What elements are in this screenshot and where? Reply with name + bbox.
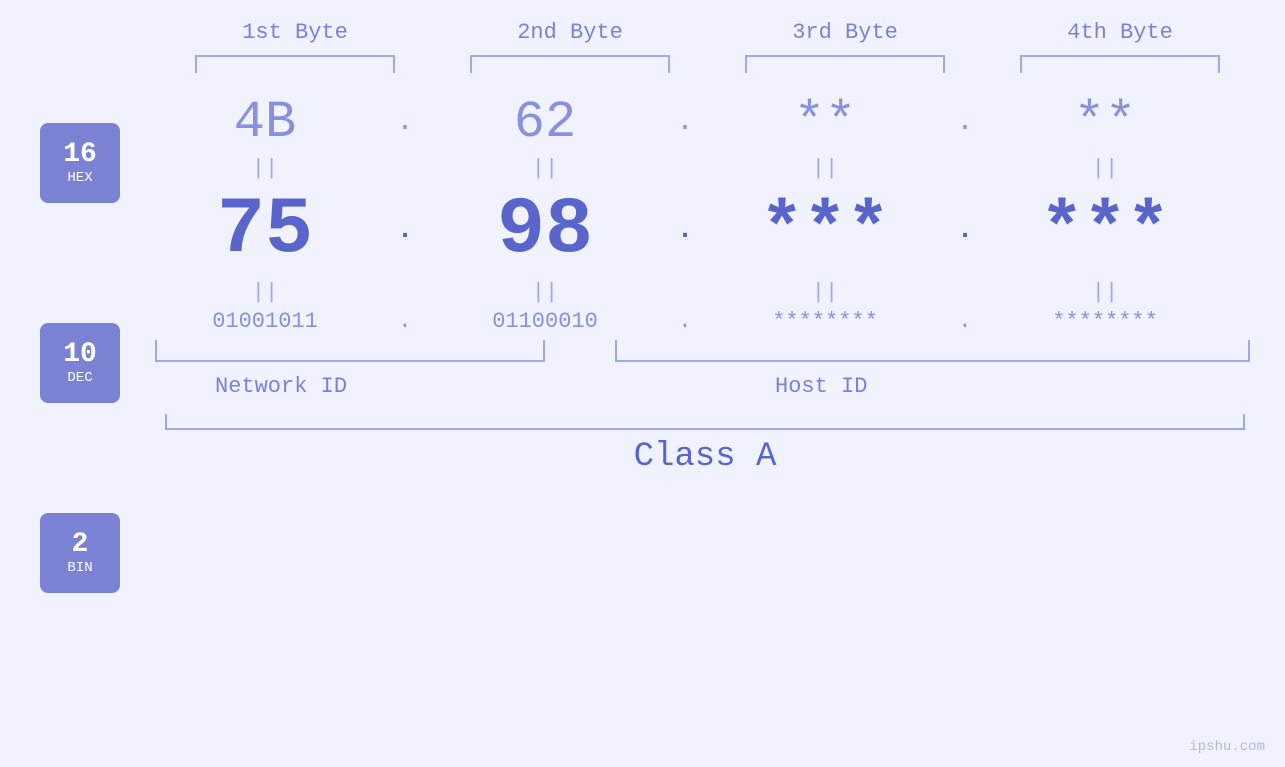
dec-dot-1: . — [375, 215, 435, 246]
class-label: Class A — [634, 438, 777, 476]
bracket-byte4 — [1020, 55, 1220, 73]
hex-dot-2: . — [655, 107, 715, 138]
eq2-1: || — [155, 280, 375, 305]
network-id-label: Network ID — [215, 374, 347, 399]
bracket-byte2 — [470, 55, 670, 73]
dec-val-4: *** — [995, 190, 1215, 272]
attribution: ipshu.com — [1189, 739, 1265, 755]
outer-bracket-row — [155, 414, 1255, 430]
bracket-byte1 — [195, 55, 395, 73]
bin-val-4: ******** — [995, 309, 1215, 334]
hex-badge: 16 HEX — [40, 123, 120, 203]
hex-val-2: 62 — [435, 93, 655, 152]
bin-badge-base: BIN — [67, 560, 92, 576]
eq1-2: || — [435, 156, 655, 181]
outer-bracket — [165, 414, 1245, 430]
labels-column: 16 HEX 10 DEC 2 BIN — [40, 123, 120, 593]
hex-val-4: ** — [995, 93, 1215, 152]
bin-val-1: 01001011 — [155, 309, 375, 334]
main-container: 1st Byte 2nd Byte 3rd Byte 4th Byte 16 H… — [0, 0, 1285, 767]
eq1-4: || — [995, 156, 1215, 181]
hex-badge-num: 16 — [63, 140, 97, 171]
dec-val-1: 75 — [155, 185, 375, 276]
hex-val-3: ** — [715, 93, 935, 152]
id-labels: Network ID Host ID — [155, 374, 1255, 404]
eq2-4: || — [995, 280, 1215, 305]
hex-dot-3: . — [935, 107, 995, 138]
hex-row: 4B . 62 . ** . ** — [155, 93, 1255, 152]
bin-badge-num: 2 — [72, 530, 89, 561]
bin-val-3: ******** — [715, 309, 935, 334]
bottom-brackets — [155, 340, 1255, 370]
bin-val-2: 01100010 — [435, 309, 655, 334]
byte1-header: 1st Byte — [185, 20, 405, 45]
bin-dot-2: . — [655, 309, 715, 334]
bin-dot-3: . — [935, 309, 995, 334]
bin-dot-1: . — [375, 309, 435, 334]
bracket-byte3 — [745, 55, 945, 73]
class-label-row: Class A — [155, 438, 1255, 476]
byte-headers-row: 1st Byte 2nd Byte 3rd Byte 4th Byte — [158, 20, 1258, 45]
equals-row-1: || || || || — [155, 156, 1255, 181]
byte4-header: 4th Byte — [1010, 20, 1230, 45]
eq2-3: || — [715, 280, 935, 305]
dec-dot-2: . — [655, 215, 715, 246]
dec-badge-num: 10 — [63, 340, 97, 371]
eq1-3: || — [715, 156, 935, 181]
dec-badge: 10 DEC — [40, 323, 120, 403]
hex-val-1: 4B — [155, 93, 375, 152]
hex-badge-base: HEX — [67, 170, 92, 186]
top-bracket-row — [158, 55, 1258, 73]
dec-dot-3: . — [935, 215, 995, 246]
bin-row: 01001011 . 01100010 . ******** . *******… — [155, 309, 1255, 334]
dec-val-3: *** — [715, 190, 935, 272]
eq1-1: || — [155, 156, 375, 181]
bin-badge: 2 BIN — [40, 513, 120, 593]
network-bracket — [155, 340, 545, 362]
host-bracket — [615, 340, 1250, 362]
host-id-label: Host ID — [775, 374, 867, 399]
equals-row-2: || || || || — [155, 280, 1255, 305]
dec-badge-base: DEC — [67, 370, 92, 386]
byte2-header: 2nd Byte — [460, 20, 680, 45]
eq2-2: || — [435, 280, 655, 305]
dec-val-2: 98 — [435, 185, 655, 276]
hex-dot-1: . — [375, 107, 435, 138]
dec-row: 75 . 98 . *** . *** — [155, 185, 1255, 276]
byte3-header: 3rd Byte — [735, 20, 955, 45]
